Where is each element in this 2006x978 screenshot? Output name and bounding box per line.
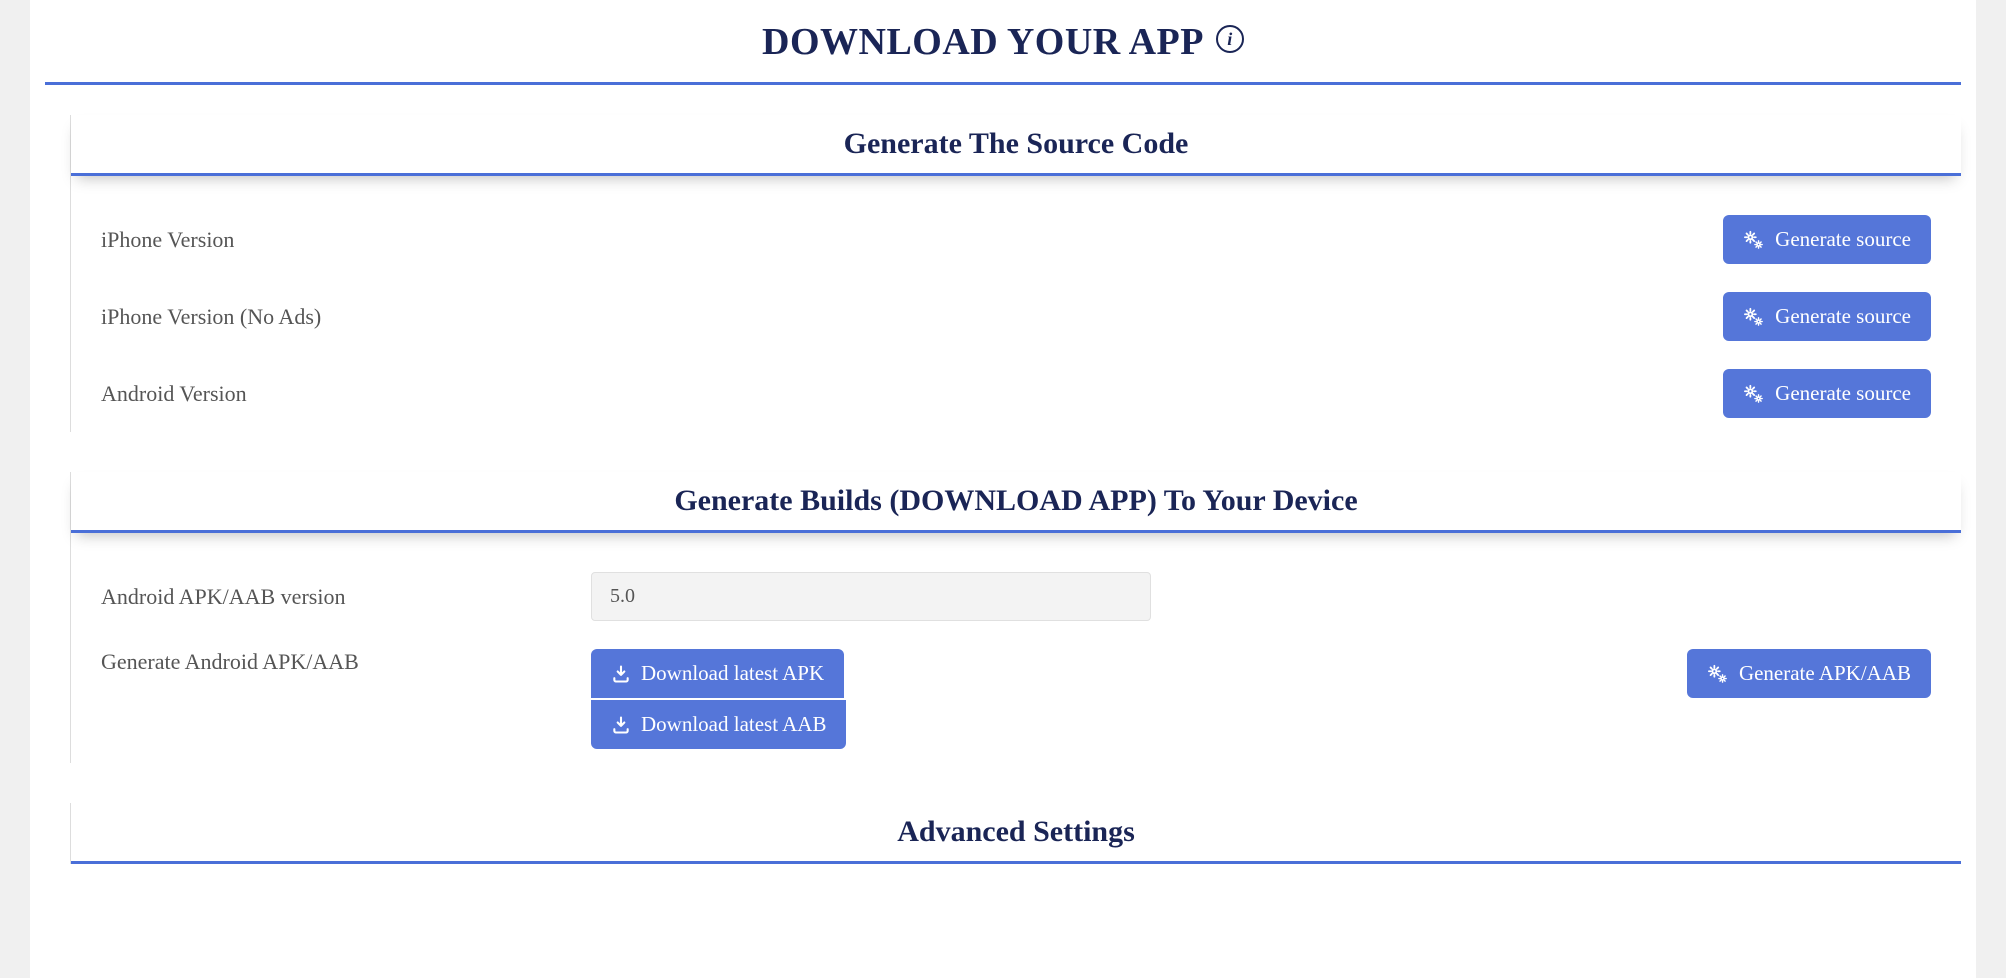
gears-icon bbox=[1743, 307, 1765, 327]
button-label: Download latest AAB bbox=[641, 712, 826, 737]
info-icon[interactable]: i bbox=[1216, 25, 1244, 53]
gears-icon bbox=[1743, 384, 1765, 404]
label-iphone-version: iPhone Version bbox=[101, 227, 591, 253]
generate-source-iphone-button[interactable]: Generate source bbox=[1723, 215, 1931, 264]
label-android-version: Android Version bbox=[101, 381, 591, 407]
button-label: Generate source bbox=[1775, 227, 1911, 252]
label-apk-version: Android APK/AAB version bbox=[101, 584, 591, 610]
gears-icon bbox=[1743, 230, 1765, 250]
label-generate-apk: Generate Android APK/AAB bbox=[101, 649, 591, 675]
button-label: Generate source bbox=[1775, 381, 1911, 406]
row-generate-apk: Generate Android APK/AAB Download latest… bbox=[71, 635, 1961, 763]
button-label: Generate source bbox=[1775, 304, 1911, 329]
gears-icon bbox=[1707, 664, 1729, 684]
generate-source-android-button[interactable]: Generate source bbox=[1723, 369, 1931, 418]
section-source-title: Generate The Source Code bbox=[71, 115, 1961, 176]
download-icon bbox=[611, 715, 631, 735]
row-iphone-noads: iPhone Version (No Ads) Generate source bbox=[71, 278, 1961, 355]
generate-source-iphone-noads-button[interactable]: Generate source bbox=[1723, 292, 1931, 341]
apk-version-input[interactable] bbox=[591, 572, 1151, 621]
download-button-stack: Download latest APK Download latest AAB bbox=[591, 649, 1687, 749]
section-builds: Generate Builds (DOWNLOAD APP) To Your D… bbox=[70, 472, 1961, 763]
button-label: Download latest APK bbox=[641, 661, 824, 686]
row-apk-version: Android APK/AAB version bbox=[71, 558, 1961, 635]
download-latest-aab-button[interactable]: Download latest AAB bbox=[591, 700, 846, 749]
button-label: Generate APK/AAB bbox=[1739, 661, 1911, 686]
generate-apk-aab-button[interactable]: Generate APK/AAB bbox=[1687, 649, 1931, 698]
download-icon bbox=[611, 664, 631, 684]
row-iphone-version: iPhone Version Generate source bbox=[71, 201, 1961, 278]
section-advanced-title: Advanced Settings bbox=[71, 803, 1961, 864]
page-title-text: DOWNLOAD YOUR APP bbox=[762, 20, 1204, 64]
section-builds-title: Generate Builds (DOWNLOAD APP) To Your D… bbox=[71, 472, 1961, 533]
section-source-code: Generate The Source Code iPhone Version … bbox=[70, 115, 1961, 432]
page-container: DOWNLOAD YOUR APP i Generate The Source … bbox=[30, 0, 1976, 978]
label-iphone-noads: iPhone Version (No Ads) bbox=[101, 304, 591, 330]
section-advanced: Advanced Settings bbox=[70, 803, 1961, 864]
page-title: DOWNLOAD YOUR APP i bbox=[762, 20, 1244, 64]
page-header: DOWNLOAD YOUR APP i bbox=[45, 20, 1961, 85]
download-latest-apk-button[interactable]: Download latest APK bbox=[591, 649, 844, 698]
row-android-version: Android Version Generate source bbox=[71, 355, 1961, 432]
